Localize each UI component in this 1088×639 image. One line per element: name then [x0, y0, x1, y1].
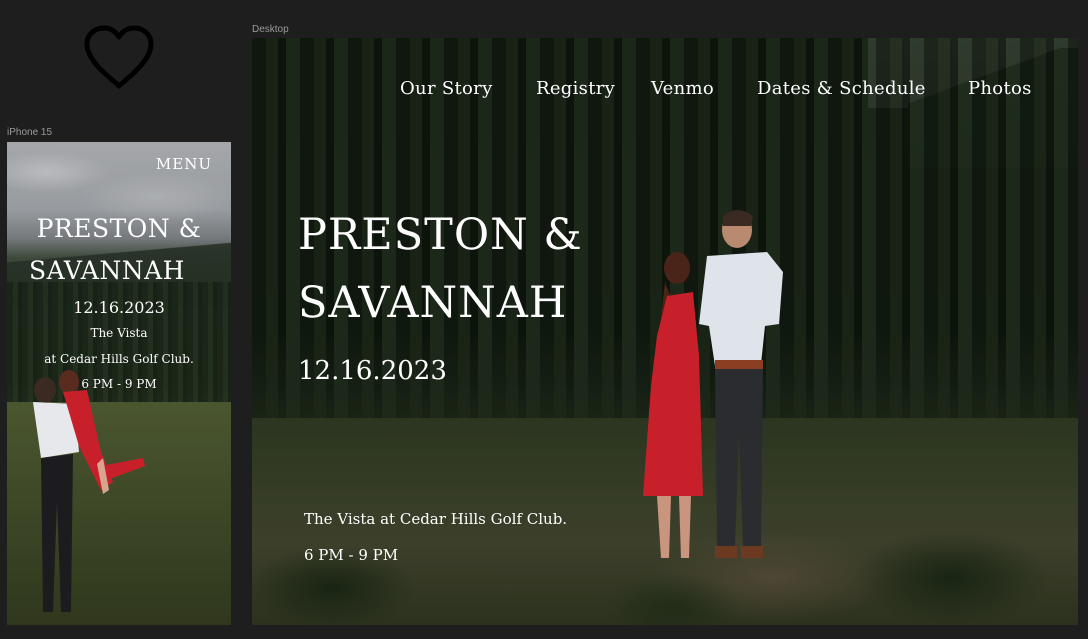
couple-photo: [643, 210, 783, 558]
desktop-frame[interactable]: Our Story Registry Venmo Dates & Schedul…: [252, 38, 1078, 625]
couple-names-line2: SAVANNAH: [29, 256, 185, 285]
iphone-frame-label[interactable]: iPhone 15: [7, 127, 52, 138]
wedding-date: 12.16.2023: [73, 298, 165, 317]
heart-outline-icon: [84, 25, 154, 89]
nav-registry[interactable]: Registry: [536, 78, 615, 99]
menu-button[interactable]: MENU: [156, 155, 212, 173]
iphone-frame[interactable]: MENU PRESTON & SAVANNAH 12.16.2023 The V…: [7, 142, 231, 625]
desktop-frame-label[interactable]: Desktop: [252, 24, 289, 35]
top-navigation: Our Story Registry Venmo Dates & Schedul…: [252, 78, 1078, 104]
wedding-date: 12.16.2023: [298, 356, 447, 386]
couple-photo: [33, 370, 145, 612]
venue: The Vista at Cedar Hills Golf Club.: [304, 510, 568, 528]
couple-names-line1: PRESTON &: [36, 214, 202, 243]
couple-names-line2: SAVANNAH: [298, 278, 568, 328]
design-canvas: Desktop iPhone 15 MENU PRESTON & SAVANNA…: [0, 0, 1088, 639]
venue-line1: The Vista: [90, 326, 148, 340]
event-time: 6 PM - 9 PM: [81, 377, 157, 391]
venue-line2: at Cedar Hills Golf Club.: [44, 352, 194, 366]
nav-our-story[interactable]: Our Story: [400, 78, 493, 99]
couple-names-line1: PRESTON &: [298, 210, 583, 260]
event-time: 6 PM - 9 PM: [304, 546, 399, 564]
nav-dates-schedule[interactable]: Dates & Schedule: [757, 78, 926, 99]
nav-photos[interactable]: Photos: [968, 78, 1032, 99]
nav-venmo[interactable]: Venmo: [651, 78, 714, 99]
